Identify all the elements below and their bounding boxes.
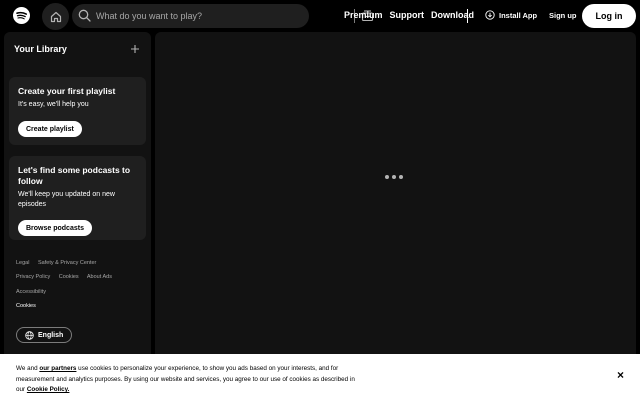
home-icon bbox=[50, 11, 61, 22]
footer-link-safety[interactable]: Safety & Privacy Center bbox=[38, 260, 96, 266]
loading-dot bbox=[385, 175, 389, 179]
browse-podcasts-button[interactable]: Browse podcasts bbox=[18, 220, 92, 236]
nav-premium-link[interactable]: Premium bbox=[344, 10, 383, 20]
install-app-link[interactable]: Install App bbox=[485, 10, 537, 20]
nav-divider bbox=[467, 9, 468, 23]
loading-dot bbox=[392, 175, 396, 179]
cookie-policy-link[interactable]: Cookie Policy. bbox=[27, 386, 70, 393]
top-bar: Premium Support Download Install App Sig… bbox=[0, 0, 640, 32]
footer-links-row-4: Cookies bbox=[16, 303, 43, 309]
footer-links-row-3: Accessibility bbox=[16, 289, 53, 295]
home-button[interactable] bbox=[42, 3, 69, 30]
create-playlist-button[interactable]: Create playlist bbox=[18, 121, 82, 137]
search-icon bbox=[78, 9, 91, 22]
plus-icon bbox=[131, 45, 139, 53]
create-playlist-add-button[interactable] bbox=[126, 40, 144, 58]
signup-link[interactable]: Sign up bbox=[549, 11, 577, 20]
card-title: Let's find some podcasts to follow bbox=[18, 165, 131, 186]
footer-link-about-ads[interactable]: About Ads bbox=[87, 274, 112, 280]
close-icon[interactable]: × bbox=[617, 369, 624, 381]
footer-link-legal[interactable]: Legal bbox=[16, 260, 29, 266]
footer-link-cookies-settings[interactable]: Cookies bbox=[16, 303, 36, 309]
footer-links-row-2: Privacy Policy Cookies About Ads bbox=[16, 274, 119, 280]
login-button[interactable]: Log in bbox=[582, 4, 636, 28]
footer-link-cookies[interactable]: Cookies bbox=[59, 274, 79, 280]
install-app-label: Install App bbox=[499, 10, 538, 20]
search-input[interactable] bbox=[96, 7, 276, 25]
cookie-message: We and our partners use cookies to perso… bbox=[16, 364, 356, 396]
cookie-prefix: We and bbox=[16, 365, 40, 372]
top-nav: Premium Support Download bbox=[344, 10, 474, 20]
main-view bbox=[155, 32, 636, 400]
nav-support-link[interactable]: Support bbox=[390, 10, 425, 20]
browse-podcasts-card: Let's find some podcasts to follow We'll… bbox=[9, 156, 146, 240]
partners-link[interactable]: our partners bbox=[39, 365, 76, 372]
language-label: English bbox=[38, 331, 64, 339]
language-button[interactable]: English bbox=[16, 327, 73, 343]
library-title: Your Library bbox=[14, 44, 67, 54]
download-circle-icon bbox=[485, 10, 495, 20]
card-title: Create your first playlist bbox=[18, 86, 116, 96]
card-description: We'll keep you updated on new episodes bbox=[18, 191, 115, 208]
footer-link-privacy[interactable]: Privacy Policy bbox=[16, 274, 50, 280]
footer-link-accessibility[interactable]: Accessibility bbox=[16, 289, 46, 295]
footer-links-row-1: Legal Safety & Privacy Center bbox=[16, 260, 103, 266]
card-description: It's easy, we'll help you bbox=[18, 101, 89, 108]
library-sidebar: Your Library Create your first playlist … bbox=[4, 32, 151, 400]
globe-icon bbox=[25, 330, 34, 340]
spotify-logo-icon[interactable] bbox=[13, 7, 30, 24]
search-bar bbox=[72, 4, 374, 28]
cookie-banner: We and our partners use cookies to perso… bbox=[0, 354, 640, 400]
create-playlist-card: Create your first playlist It's easy, we… bbox=[9, 77, 146, 145]
loading-indicator bbox=[385, 175, 403, 179]
loading-dot bbox=[399, 175, 403, 179]
